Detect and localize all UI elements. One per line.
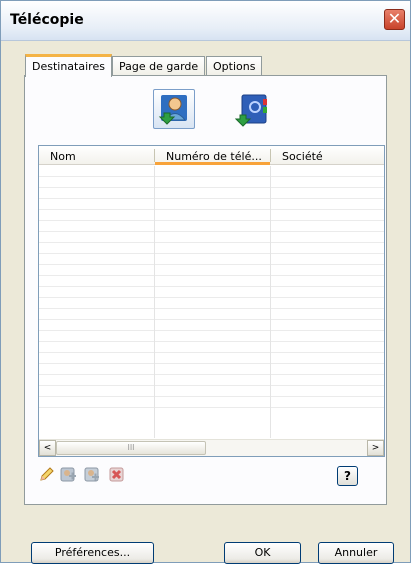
address-book-icon [235,94,267,127]
column-header-numero[interactable]: Numéro de télé... [155,146,270,165]
add-recipient-button[interactable] [153,89,195,129]
table-row[interactable] [39,364,384,375]
scroll-right-button[interactable]: > [367,440,384,456]
table-row[interactable] [39,342,384,353]
table-row[interactable] [39,298,384,309]
delete-icon [109,467,124,482]
table-row[interactable] [39,397,384,408]
table-row[interactable] [39,309,384,320]
table-row[interactable] [39,254,384,265]
title-bar: Télécopie ✕ [1,1,410,41]
delete-recipient-button[interactable] [108,465,126,483]
table-row[interactable] [39,199,384,210]
column-header-societe[interactable]: Société [271,146,384,165]
preferences-button[interactable]: Préférences... [31,542,154,564]
table-row[interactable] [39,188,384,199]
add-recipient-from-contact-icon [158,95,187,125]
table-row[interactable] [39,210,384,221]
add-contact-button[interactable] [59,465,77,483]
table-row[interactable] [39,232,384,243]
copy-contact-icon [84,467,99,482]
table-row[interactable] [39,353,384,364]
table-row[interactable] [39,287,384,298]
table-row[interactable] [39,265,384,276]
table-row[interactable] [39,243,384,254]
ok-button[interactable]: OK [224,542,301,564]
scroll-thumb[interactable]: III [56,441,206,455]
tab-destinataires[interactable]: Destinataires [25,54,112,77]
table-row[interactable] [39,386,384,397]
table-row[interactable] [39,331,384,342]
cancel-button[interactable]: Annuler [318,542,394,564]
column-gridline [270,166,271,438]
table-row[interactable] [39,177,384,188]
close-button[interactable]: ✕ [384,9,405,30]
recipients-list[interactable]: Nom Numéro de télé... Société < III > [38,145,385,457]
close-icon: ✕ [387,9,402,28]
edit-icon [40,467,54,481]
list-header: Nom Numéro de télé... Société [39,146,384,165]
table-row[interactable] [39,320,384,331]
horizontal-scrollbar[interactable]: < III > [39,439,384,456]
tab-options[interactable]: Options [206,56,263,76]
table-row[interactable] [39,375,384,386]
column-gridline [154,166,155,438]
add-contact-icon [60,467,76,482]
tab-panel-destinataires: Nom Numéro de télé... Société < III > [24,75,387,505]
window-title: Télécopie [10,12,84,28]
table-row[interactable] [39,221,384,232]
address-book-button[interactable] [230,89,272,129]
list-rows [39,166,384,438]
column-header-nom[interactable]: Nom [39,146,154,165]
fax-dialog: Télécopie ✕ Destinataires Page de garde … [0,0,411,564]
help-button[interactable]: ? [337,466,358,486]
table-row[interactable] [39,276,384,287]
copy-contact-button[interactable] [83,465,101,483]
tab-page-de-garde[interactable]: Page de garde [112,56,206,76]
scroll-left-button[interactable]: < [39,440,56,456]
table-row[interactable] [39,166,384,177]
edit-recipient-button[interactable] [38,465,56,483]
